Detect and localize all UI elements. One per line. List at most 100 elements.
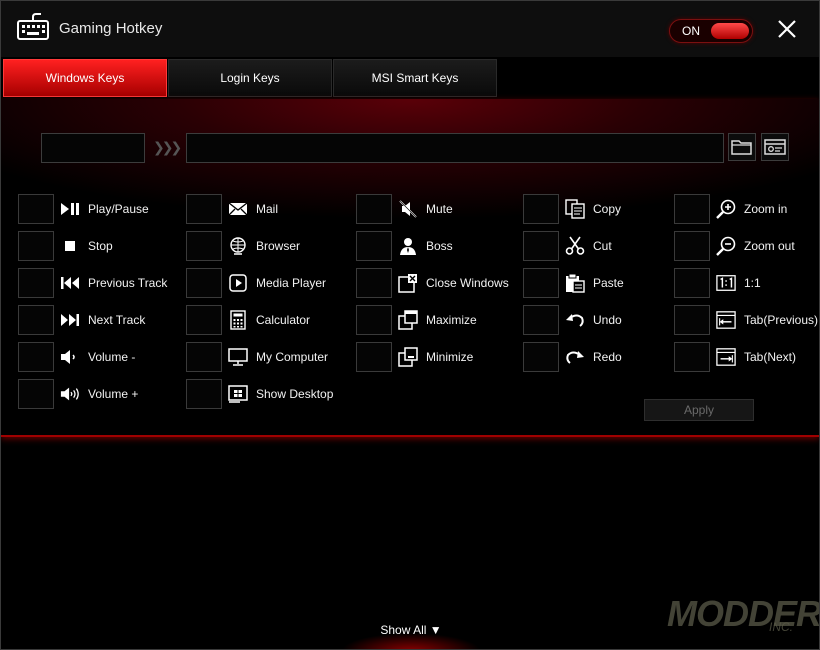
paste-icon bbox=[565, 273, 585, 293]
maximize-icon bbox=[398, 310, 418, 330]
hotkey-label: My Computer bbox=[256, 350, 329, 364]
hotkey-label: Mute bbox=[426, 202, 453, 216]
mail-icon bbox=[228, 199, 248, 219]
hotkey-label: Cut bbox=[593, 239, 612, 253]
hotkey-label: Paste bbox=[593, 276, 624, 290]
hotkey-label: Media Player bbox=[256, 276, 327, 290]
hotkey-input[interactable] bbox=[18, 268, 54, 298]
hotkey-input[interactable] bbox=[356, 342, 392, 372]
hotkey-label: Volume - bbox=[88, 350, 136, 364]
zoom-in-icon bbox=[716, 199, 736, 219]
hotkey-input[interactable] bbox=[356, 231, 392, 261]
undo-icon bbox=[565, 310, 585, 330]
watermark-logo: MODDERS INC. bbox=[665, 593, 819, 641]
hotkey-input[interactable] bbox=[356, 305, 392, 335]
hotkey-input[interactable] bbox=[523, 194, 559, 224]
hotkey-input[interactable] bbox=[674, 194, 710, 224]
hotkey-label: Browser bbox=[256, 239, 301, 253]
hotkey-input[interactable] bbox=[18, 231, 54, 261]
hotkey-label: Play/Pause bbox=[88, 202, 149, 216]
hotkey-label: Minimize bbox=[426, 350, 474, 364]
hotkey-label: Close Windows bbox=[426, 276, 509, 290]
hotkey-label: Tab(Next) bbox=[744, 350, 797, 364]
hotkey-input[interactable] bbox=[523, 231, 559, 261]
tab-login-keys[interactable]: Login Keys bbox=[168, 59, 332, 97]
hotkey-label: Stop bbox=[88, 239, 113, 253]
hotkey-label: Calculator bbox=[256, 313, 311, 327]
close-window-icon bbox=[398, 273, 418, 293]
hotkey-input[interactable] bbox=[18, 342, 54, 372]
hotkey-input[interactable] bbox=[356, 194, 392, 224]
monitor-icon bbox=[228, 347, 248, 367]
hotkey-input[interactable] bbox=[674, 231, 710, 261]
hotkey-label: Zoom in bbox=[744, 202, 788, 216]
media-player-icon bbox=[228, 273, 248, 293]
power-toggle-label: ON bbox=[682, 24, 700, 38]
show-desktop-icon bbox=[228, 384, 248, 404]
tab-previous-icon bbox=[716, 310, 736, 330]
tab-windows-keys[interactable]: Windows Keys bbox=[3, 59, 167, 97]
close-icon[interactable] bbox=[775, 17, 799, 41]
tab-bar: Windows Keys Login Keys MSI Smart Keys bbox=[1, 57, 819, 99]
stop-icon bbox=[60, 236, 80, 256]
hotkey-input[interactable] bbox=[186, 342, 222, 372]
boss-icon bbox=[398, 236, 418, 256]
hotkey-input[interactable] bbox=[186, 231, 222, 261]
hotkey-label: Boss bbox=[426, 239, 453, 253]
hotkey-input[interactable] bbox=[18, 305, 54, 335]
hotkey-input[interactable] bbox=[18, 194, 54, 224]
hotkey-label: Tab(Previous) bbox=[744, 313, 819, 327]
arrow-icon: ❯❯❯ bbox=[153, 139, 182, 155]
show-all-button[interactable]: Show All ▼ bbox=[367, 623, 455, 637]
hotkey-input[interactable] bbox=[186, 194, 222, 224]
keyboard-icon bbox=[17, 13, 49, 40]
app-title: Gaming Hotkey bbox=[59, 20, 163, 37]
hotkey-label: Undo bbox=[593, 313, 622, 327]
window-settings-icon bbox=[764, 139, 786, 155]
copy-icon bbox=[565, 199, 585, 219]
hotkey-label: Next Track bbox=[88, 313, 146, 327]
minimize-icon bbox=[398, 347, 418, 367]
hotkey-input[interactable] bbox=[674, 305, 710, 335]
folder-icon bbox=[731, 140, 752, 155]
hotkey-label: Zoom out bbox=[744, 239, 795, 253]
title-bar: Gaming Hotkey ON bbox=[1, 1, 819, 57]
hotkey-input[interactable] bbox=[674, 268, 710, 298]
mute-icon bbox=[398, 199, 418, 219]
hotkey-label: 1:1 bbox=[744, 276, 761, 290]
volume-up-icon bbox=[60, 384, 80, 404]
program-path-input[interactable] bbox=[186, 133, 724, 163]
watermark-sub: INC. bbox=[769, 620, 793, 634]
next-track-icon bbox=[60, 310, 80, 330]
key-combination-input[interactable] bbox=[41, 133, 145, 163]
hotkey-panel: ❯❯❯ Play/Pause Stop Previous Track Next … bbox=[1, 99, 819, 437]
hotkey-input[interactable] bbox=[186, 379, 222, 409]
hotkey-input[interactable] bbox=[523, 268, 559, 298]
hotkey-label: Previous Track bbox=[88, 276, 168, 290]
hotkey-input[interactable] bbox=[674, 342, 710, 372]
hotkey-label: Mail bbox=[256, 202, 279, 216]
scissors-icon bbox=[565, 236, 585, 256]
play-pause-icon bbox=[60, 199, 80, 219]
hotkey-input[interactable] bbox=[356, 268, 392, 298]
volume-down-icon bbox=[60, 347, 80, 367]
hotkey-input[interactable] bbox=[18, 379, 54, 409]
actual-size-icon bbox=[716, 273, 736, 293]
hotkey-input[interactable] bbox=[523, 342, 559, 372]
hotkey-input[interactable] bbox=[186, 305, 222, 335]
hotkey-input[interactable] bbox=[186, 268, 222, 298]
power-toggle[interactable]: ON bbox=[669, 19, 753, 43]
apply-button[interactable]: Apply bbox=[644, 399, 754, 421]
calculator-icon bbox=[228, 310, 248, 330]
redo-icon bbox=[565, 347, 585, 367]
tab-msi-smart-keys[interactable]: MSI Smart Keys bbox=[333, 59, 497, 97]
zoom-out-icon bbox=[716, 236, 736, 256]
select-program-button[interactable] bbox=[761, 133, 789, 161]
hotkey-input[interactable] bbox=[523, 305, 559, 335]
toggle-knob bbox=[711, 23, 749, 39]
hotkey-label: Volume + bbox=[88, 387, 139, 401]
hotkey-label: Redo bbox=[593, 350, 622, 364]
browse-folder-button[interactable] bbox=[728, 133, 756, 161]
hotkey-label: Show Desktop bbox=[256, 387, 334, 401]
previous-track-icon bbox=[60, 273, 80, 293]
